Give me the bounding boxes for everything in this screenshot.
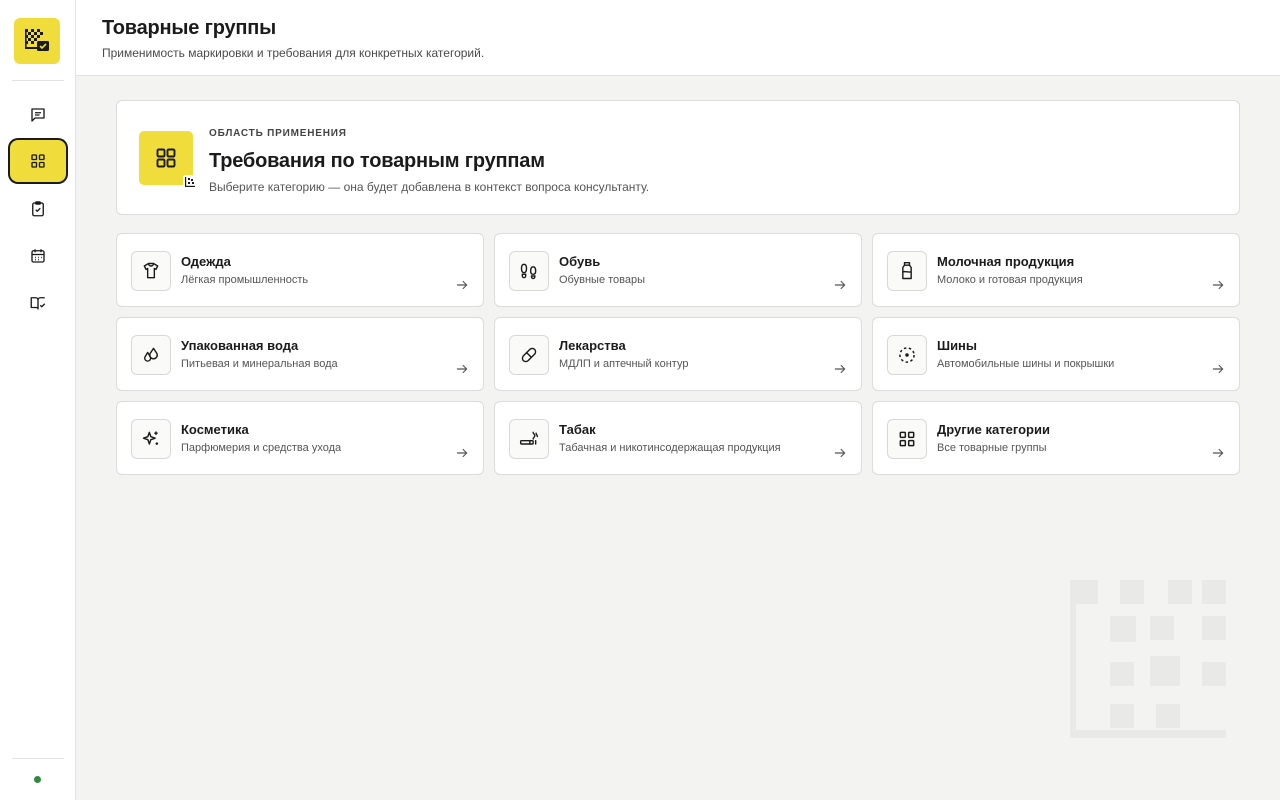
arrow-right-icon bbox=[834, 364, 846, 374]
cigarette-icon bbox=[519, 431, 539, 445]
connection-status-dot bbox=[34, 776, 41, 783]
card-icon-box bbox=[509, 419, 549, 459]
sparkles-icon bbox=[142, 431, 159, 445]
arrow-right-icon bbox=[456, 364, 468, 374]
card-subtitle: Все товарные группы bbox=[937, 442, 1047, 454]
arrow-right-icon bbox=[834, 448, 846, 458]
card-subtitle: Обувные товары bbox=[559, 274, 646, 286]
card-title: Шины bbox=[937, 338, 978, 353]
category-card-tobacco[interactable]: Табак Табачная и никотинсодержащая проду… bbox=[494, 401, 862, 475]
card-title: Молочная продукция bbox=[937, 254, 1075, 269]
card-title: Табак bbox=[559, 422, 596, 437]
category-card-tires[interactable]: Шины Автомобильные шины и покрышки bbox=[872, 317, 1240, 391]
grid-icon bbox=[156, 148, 176, 168]
card-icon-box bbox=[887, 251, 927, 291]
hero-subtitle: Выберите категорию — она будет добавлена… bbox=[209, 180, 650, 194]
category-card-water[interactable]: Упакованная вода Питьевая и минеральная … bbox=[116, 317, 484, 391]
nav-knowledge-base[interactable] bbox=[10, 282, 66, 324]
app-logo[interactable] bbox=[14, 18, 60, 64]
category-card-footwear[interactable]: Обувь Обувные товары bbox=[494, 233, 862, 307]
page-subtitle: Применимость маркировки и требования для… bbox=[102, 46, 485, 60]
card-subtitle: МДЛП и аптечный контур bbox=[559, 358, 689, 370]
category-card-medicines[interactable]: Лекарства МДЛП и аптечный контур bbox=[494, 317, 862, 391]
droplets-icon bbox=[144, 347, 158, 362]
card-subtitle: Табачная и никотинсодержащая продукция bbox=[559, 442, 781, 454]
card-subtitle: Молоко и готовая продукция bbox=[937, 274, 1083, 286]
card-title: Лекарства bbox=[559, 338, 626, 353]
category-card-cosmetics[interactable]: Косметика Парфюмерия и средства ухода bbox=[116, 401, 484, 475]
card-icon-box bbox=[131, 419, 171, 459]
card-icon-box bbox=[509, 335, 549, 375]
clipboard-check-icon bbox=[32, 201, 44, 217]
arrow-right-icon bbox=[1212, 280, 1224, 290]
nav-chat[interactable] bbox=[10, 94, 66, 136]
card-title: Одежда bbox=[181, 254, 231, 269]
card-subtitle: Лёгкая промышленность bbox=[181, 274, 309, 286]
card-title: Косметика bbox=[181, 422, 249, 437]
card-icon-box bbox=[887, 419, 927, 459]
footprints-icon bbox=[520, 263, 537, 280]
hero-title: Требования по товарным группам bbox=[209, 150, 545, 172]
scope-hero-card: ОБЛАСТЬ ПРИМЕНЕНИЯ Требования по товарны… bbox=[116, 100, 1240, 215]
card-subtitle: Питьевая и минеральная вода bbox=[181, 358, 338, 370]
message-icon bbox=[31, 108, 45, 122]
milk-bottle-icon bbox=[902, 261, 912, 280]
card-icon-box bbox=[887, 335, 927, 375]
hero-kicker: ОБЛАСТЬ ПРИМЕНЕНИЯ bbox=[209, 128, 347, 139]
card-title: Другие категории bbox=[937, 422, 1050, 437]
pill-icon bbox=[521, 347, 537, 363]
grid-icon bbox=[31, 154, 45, 168]
card-icon-box bbox=[509, 251, 549, 291]
card-title: Обувь bbox=[559, 254, 601, 269]
arrow-right-icon bbox=[1212, 364, 1224, 374]
nav-calendar[interactable] bbox=[10, 235, 66, 277]
category-card-clothing[interactable]: Одежда Лёгкая промышленность bbox=[116, 233, 484, 307]
category-card-dairy[interactable]: Молочная продукция Молоко и готовая прод… bbox=[872, 233, 1240, 307]
nav-product-groups[interactable] bbox=[10, 140, 66, 182]
book-check-icon bbox=[30, 297, 46, 310]
datamatrix-logo-icon bbox=[25, 29, 49, 51]
grid-icon bbox=[899, 431, 915, 447]
datamatrix-badge-icon bbox=[183, 175, 197, 189]
sidebar-divider-bottom bbox=[12, 758, 64, 759]
page-header: Товарные группы Применимость маркировки … bbox=[76, 0, 1280, 76]
datamatrix-watermark-icon bbox=[1070, 580, 1226, 738]
page-title: Товарные группы bbox=[102, 17, 277, 39]
card-title: Упакованная вода bbox=[181, 338, 299, 353]
hero-icon-box bbox=[139, 131, 197, 189]
tshirt-icon bbox=[143, 262, 159, 279]
sidebar bbox=[0, 0, 76, 800]
tire-icon bbox=[899, 347, 915, 363]
card-icon-box bbox=[131, 335, 171, 375]
arrow-right-icon bbox=[1212, 448, 1224, 458]
nav-checklist[interactable] bbox=[10, 188, 66, 230]
category-card-other[interactable]: Другие категории Все товарные группы bbox=[872, 401, 1240, 475]
card-subtitle: Автомобильные шины и покрышки bbox=[937, 358, 1115, 370]
card-subtitle: Парфюмерия и средства ухода bbox=[181, 442, 342, 454]
card-icon-box bbox=[131, 251, 171, 291]
arrow-right-icon bbox=[456, 280, 468, 290]
calendar-icon bbox=[31, 249, 45, 263]
arrow-right-icon bbox=[456, 448, 468, 458]
arrow-right-icon bbox=[834, 280, 846, 290]
sidebar-divider bbox=[12, 80, 64, 81]
